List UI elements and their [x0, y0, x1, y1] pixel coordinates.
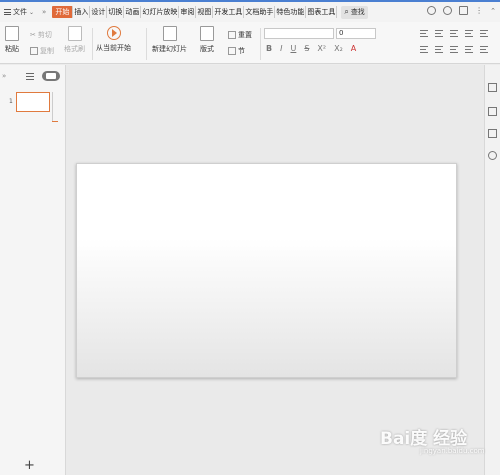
- outline-view-icon[interactable]: [26, 72, 35, 80]
- ribbon-divider: [146, 28, 147, 60]
- slide-thumbnail-pane: » 1 +: [0, 65, 66, 475]
- font-family-select[interactable]: [264, 28, 334, 39]
- thumbnail-scrollbar[interactable]: [52, 92, 58, 122]
- ribbon-toolbar: 粘贴 ✂ 剪切 复制 格式刷 从当前开始 新建幻灯片 版式 重置 节: [0, 22, 500, 64]
- play-from-current-label: 从当前开始: [96, 44, 131, 52]
- new-slide-button[interactable]: 新建幻灯片: [152, 26, 187, 54]
- baidu-watermark-url: jingyan.baidu.com: [420, 447, 485, 455]
- search-button[interactable]: ⌕ 查找: [341, 5, 368, 19]
- tab-special-features[interactable]: 特色功能: [275, 6, 307, 18]
- top-menu-bar: 文件 ⌄ » 开始 插入 设计 切换 动画 幻灯片放映 审阅 视图 开发工具 文…: [0, 0, 500, 22]
- tab-doc-assistant[interactable]: 文档助手: [244, 6, 276, 18]
- new-slide-label: 新建幻灯片: [152, 45, 187, 53]
- bullet-list-icon[interactable]: [420, 30, 428, 37]
- play-from-current-button[interactable]: 从当前开始: [96, 26, 131, 53]
- format-painter-label: 格式刷: [64, 45, 85, 53]
- brush-icon: [67, 26, 82, 41]
- text-format-buttons: B I U S X² X₂ A: [266, 44, 356, 53]
- copy-button[interactable]: 复制: [30, 46, 54, 56]
- underline-button[interactable]: U: [290, 44, 296, 53]
- slide-thumbnail[interactable]: [16, 92, 50, 112]
- ribbon-divider: [92, 28, 93, 60]
- paragraph-controls-row-2: [420, 46, 488, 53]
- reset-button[interactable]: 重置: [228, 30, 252, 40]
- tab-review[interactable]: 审阅: [179, 6, 197, 18]
- right-task-pane: [484, 65, 500, 475]
- thumbnail-marker: [52, 121, 58, 122]
- justify-icon[interactable]: [465, 46, 473, 53]
- align-right-icon[interactable]: [450, 46, 458, 53]
- chevron-down-icon: ⌄: [29, 8, 35, 16]
- share-icon[interactable]: [459, 6, 469, 15]
- top-right-icons: ⋮ ⌃: [427, 6, 496, 15]
- copy-icon: [30, 47, 38, 55]
- font-color-button[interactable]: A: [351, 44, 356, 53]
- tab-transitions[interactable]: 切换: [107, 6, 125, 18]
- bold-button[interactable]: B: [266, 44, 272, 53]
- slide-number: 1: [9, 98, 13, 105]
- font-size-select[interactable]: 0: [336, 28, 376, 39]
- format-painter-button[interactable]: 格式刷: [64, 26, 85, 54]
- current-slide[interactable]: [76, 163, 457, 378]
- line-spacing-icon[interactable]: [480, 30, 488, 37]
- more-icon[interactable]: ⋮: [475, 6, 483, 15]
- new-slide-icon: [162, 26, 177, 41]
- add-slide-button[interactable]: +: [24, 458, 35, 473]
- scissors-icon: ✂: [30, 31, 36, 39]
- increase-indent-icon[interactable]: [465, 30, 473, 37]
- slide-view-icon[interactable]: [42, 71, 61, 81]
- paste-button[interactable]: 粘贴: [5, 26, 19, 54]
- search-label: 查找: [350, 8, 365, 16]
- paragraph-controls-row-1: [420, 30, 488, 37]
- distribute-icon[interactable]: [480, 46, 488, 53]
- layout-label: 版式: [200, 45, 214, 53]
- tab-insert[interactable]: 插入: [73, 6, 91, 18]
- align-center-icon[interactable]: [435, 46, 443, 53]
- settings-sliders-icon[interactable]: [488, 83, 497, 92]
- reset-icon: [228, 31, 236, 39]
- copy-label: 复制: [40, 47, 54, 55]
- user-icon[interactable]: [443, 6, 453, 15]
- decrease-indent-icon[interactable]: [450, 30, 458, 37]
- tab-slideshow[interactable]: 幻灯片放映: [141, 6, 180, 18]
- pane-header: »: [2, 71, 61, 81]
- play-icon: [106, 26, 121, 40]
- align-left-icon[interactable]: [420, 46, 428, 53]
- file-menu-label: 文件: [13, 8, 27, 16]
- section-label: 节: [238, 47, 245, 55]
- comments-icon[interactable]: [488, 129, 497, 138]
- numbered-list-icon[interactable]: [435, 30, 443, 37]
- section-button[interactable]: 节: [228, 46, 245, 56]
- baidu-watermark: Bai度 经验: [380, 429, 468, 449]
- expand-pane-icon[interactable]: »: [2, 72, 6, 80]
- ribbon-divider: [260, 28, 261, 60]
- paste-label: 粘贴: [5, 45, 19, 53]
- tab-view[interactable]: 视图: [196, 6, 214, 18]
- reset-label: 重置: [238, 31, 252, 39]
- tab-animation[interactable]: 动画: [124, 6, 142, 18]
- layout-button[interactable]: 版式: [200, 26, 214, 54]
- tab-design[interactable]: 设计: [90, 6, 108, 18]
- section-icon: [228, 47, 236, 55]
- collapse-ribbon-icon[interactable]: ⌃: [490, 7, 496, 15]
- cut-button[interactable]: ✂ 剪切: [30, 30, 52, 40]
- tab-developer[interactable]: 开发工具: [213, 6, 245, 18]
- cut-label: 剪切: [37, 31, 52, 39]
- pin-icon[interactable]: [488, 107, 497, 116]
- file-menu-button[interactable]: 文件 ⌄: [0, 5, 38, 19]
- strikethrough-button[interactable]: S: [304, 44, 309, 53]
- subscript-button[interactable]: X₂: [334, 44, 343, 53]
- ribbon-tabs: 开始 插入 设计 切换 动画 幻灯片放映 审阅 视图 开发工具 文档助手 特色功…: [52, 6, 338, 18]
- paste-icon: [5, 26, 19, 41]
- superscript-button[interactable]: X²: [317, 44, 326, 53]
- hamburger-icon: [4, 9, 11, 15]
- layout-icon: [200, 26, 214, 41]
- cloud-sync-icon[interactable]: [427, 6, 437, 15]
- italic-button[interactable]: I: [280, 44, 282, 53]
- double-chevron-icon[interactable]: »: [42, 8, 46, 16]
- tab-home[interactable]: 开始: [52, 6, 74, 18]
- tab-chart-tools[interactable]: 图表工具: [306, 6, 338, 18]
- help-icon[interactable]: [488, 151, 497, 160]
- search-icon: ⌕: [344, 7, 349, 16]
